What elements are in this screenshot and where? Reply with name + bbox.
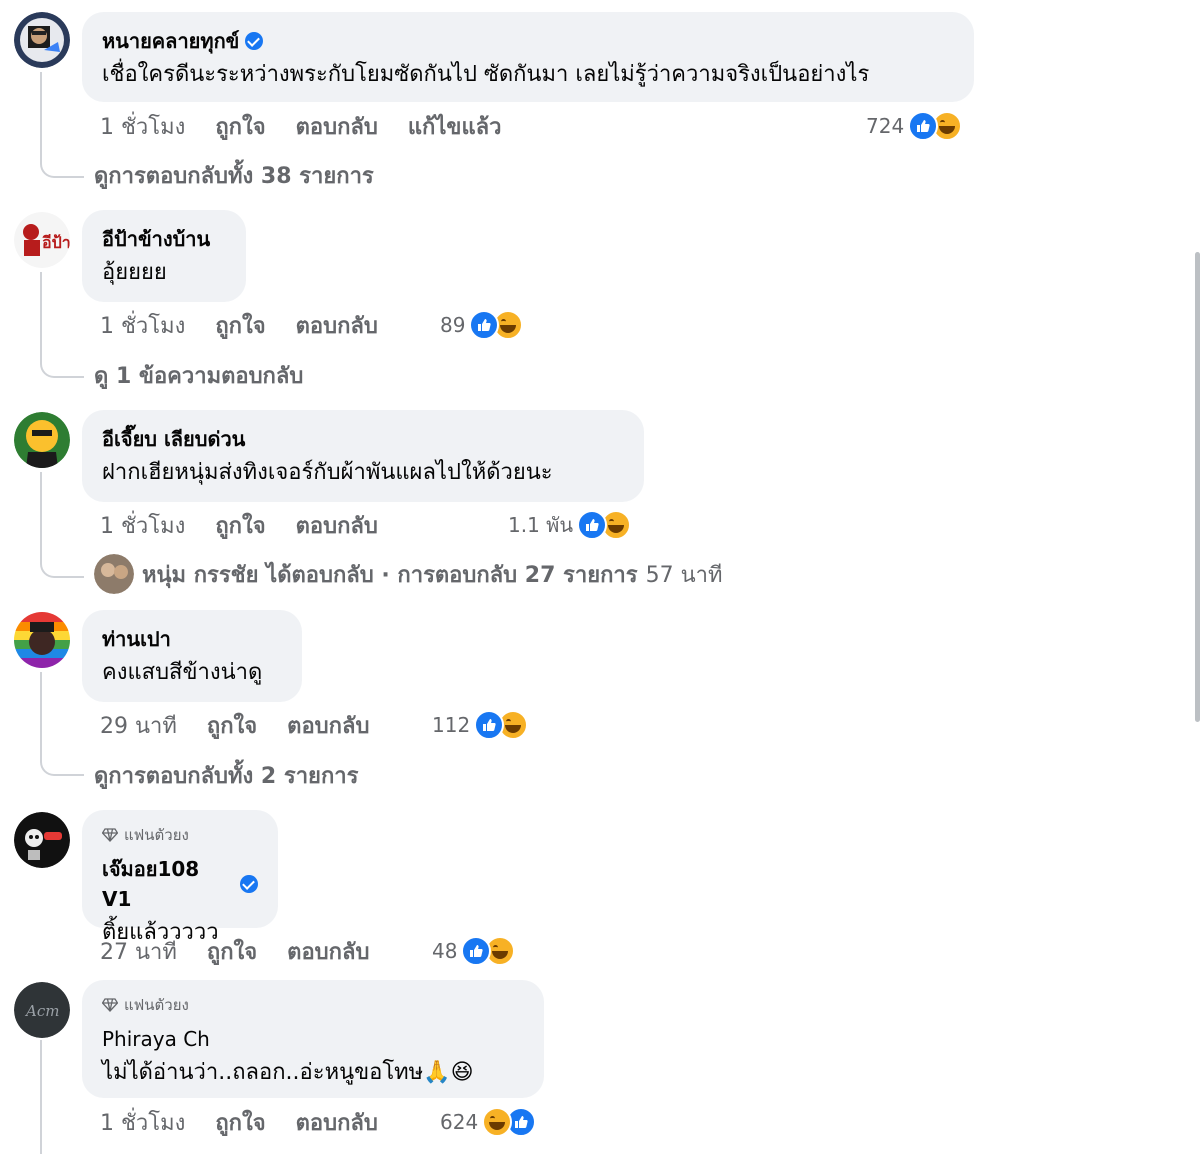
haha-reaction-icon — [482, 1107, 513, 1137]
view-replies-link[interactable]: ดู 1 ข้อความตอบกลับ — [94, 358, 303, 393]
reaction-count: 112 — [432, 713, 471, 737]
thread-line — [40, 1040, 84, 1154]
replies-time: 57 นาที — [645, 562, 723, 588]
reaction-count: 48 — [432, 939, 458, 963]
thread-line — [40, 272, 84, 378]
thread-line — [40, 72, 84, 178]
reply-button[interactable]: ตอบกลับ — [296, 1105, 378, 1140]
comment-text: ไม่ได้อ่านว่า..ถลอก..อ่ะหนูขอโทษ🙏😆 — [102, 1060, 474, 1085]
view-replies-link[interactable]: ดูการตอบกลับทั้ง 2 รายการ — [94, 758, 358, 793]
comment-bubble: แฟนตัวยง เจ๊มอย108 V1 ติ้ยแล้ววววว — [82, 810, 278, 945]
reaction-summary[interactable]: 624 — [440, 1106, 537, 1138]
fan-badge: แฟนตัวยง — [102, 824, 258, 846]
timestamp[interactable]: 27 นาที — [100, 934, 177, 969]
comment-bubble: หนายคลายทุกข์ เชื่อใครดีนะระหว่างพระกับโ… — [82, 12, 974, 102]
like-reaction-icon — [474, 710, 505, 740]
avatar[interactable]: อีป้า — [14, 212, 70, 268]
timestamp[interactable]: 1 ชั่วโมง — [100, 508, 185, 543]
reply-button[interactable]: ตอบกลับ — [287, 708, 369, 743]
comment-bubble: ท่านเปา คงแสบสีข้างน่าดู — [82, 610, 302, 702]
replies-summary: หนุ่ม กรรชัย ได้ตอบกลับ · การตอบกลับ 27 … — [142, 562, 638, 588]
comment-actions: 1 ชั่วโมง ถูกใจ ตอบกลับ แก้ไขแล้ว — [100, 110, 531, 142]
like-reaction-icon — [461, 936, 492, 966]
like-button[interactable]: ถูกใจ — [215, 1105, 265, 1140]
edited-label[interactable]: แก้ไขแล้ว — [408, 109, 502, 144]
verified-icon — [245, 32, 264, 50]
thread-line — [40, 672, 84, 776]
comment-text: อุ้ยยยย — [102, 260, 167, 285]
replier-avatar — [94, 554, 134, 594]
reply-button[interactable]: ตอบกลับ — [296, 508, 378, 543]
author-name[interactable]: เจ๊มอย108 V1 — [102, 854, 258, 914]
comment-bubble: อีเจี๊ยบ เลียบด่วน ฝากเฮียหนุ่มส่งทิงเจอ… — [82, 410, 644, 502]
reaction-count: 724 — [866, 114, 905, 138]
comment-text: เชื่อใครดีนะระหว่างพระกับโยมซัดกันไป ซัด… — [102, 62, 870, 87]
scrollbar[interactable] — [1195, 252, 1200, 722]
comment-text: ฝากเฮียหนุ่มส่งทิงเจอร์กับผ้าพันแผลไปให้… — [102, 460, 553, 485]
diamond-icon — [102, 828, 118, 842]
comment-actions: 1 ชั่วโมง ถูกใจ ตอบกลับ — [100, 509, 408, 541]
comment-actions: 29 นาที ถูกใจ ตอบกลับ — [100, 709, 399, 741]
reaction-summary[interactable]: 724 — [866, 110, 963, 142]
author-name[interactable]: Phiraya Ch — [102, 1024, 524, 1054]
like-button[interactable]: ถูกใจ — [215, 508, 265, 543]
reaction-count: 1.1 พัน — [508, 513, 574, 537]
comment-actions: 1 ชั่วโมง ถูกใจ ตอบกลับ — [100, 309, 408, 341]
reply-button[interactable]: ตอบกลับ — [287, 934, 369, 969]
avatar[interactable] — [14, 412, 70, 468]
comment-actions: 27 นาที ถูกใจ ตอบกลับ — [100, 935, 399, 967]
like-reaction-icon — [908, 111, 939, 141]
svg-text:Acm: Acm — [24, 1002, 59, 1020]
avatar[interactable] — [14, 612, 70, 668]
reaction-count: 89 — [440, 313, 466, 337]
reaction-count: 624 — [440, 1110, 479, 1134]
like-button[interactable]: ถูกใจ — [215, 308, 265, 343]
avatar[interactable] — [14, 812, 70, 868]
author-name[interactable]: อีป้าข้างบ้าน — [102, 224, 226, 254]
svg-text:อีป้า: อีป้า — [42, 233, 70, 252]
reply-button[interactable]: ตอบกลับ — [296, 308, 378, 343]
author-name[interactable]: อีเจี๊ยบ เลียบด่วน — [102, 424, 624, 454]
reaction-summary[interactable]: 112 — [432, 709, 529, 741]
comment-actions: 1 ชั่วโมง ถูกใจ ตอบกลับ — [100, 1106, 408, 1138]
view-replies-link[interactable]: ดูการตอบกลับทั้ง 38 รายการ — [94, 158, 374, 193]
reaction-summary[interactable]: 48 — [432, 935, 516, 967]
like-reaction-icon — [577, 510, 608, 540]
like-reaction-icon — [469, 310, 500, 340]
avatar[interactable] — [14, 12, 70, 68]
view-replies-link[interactable]: หนุ่ม กรรชัย ได้ตอบกลับ · การตอบกลับ 27 … — [94, 554, 723, 594]
reaction-summary[interactable]: 1.1 พัน — [508, 509, 632, 541]
timestamp[interactable]: 1 ชั่วโมง — [100, 109, 185, 144]
reply-button[interactable]: ตอบกลับ — [296, 109, 378, 144]
like-button[interactable]: ถูกใจ — [207, 934, 257, 969]
timestamp[interactable]: 1 ชั่วโมง — [100, 308, 185, 343]
like-button[interactable]: ถูกใจ — [215, 109, 265, 144]
like-button[interactable]: ถูกใจ — [207, 708, 257, 743]
comment-text: คงแสบสีข้างน่าดู — [102, 660, 263, 685]
comment-bubble: แฟนตัวยง Phiraya Ch ไม่ได้อ่านว่า..ถลอก.… — [82, 980, 544, 1098]
comment-bubble: อีป้าข้างบ้าน อุ้ยยยย — [82, 210, 246, 302]
timestamp[interactable]: 29 นาที — [100, 708, 177, 743]
author-name[interactable]: ท่านเปา — [102, 624, 282, 654]
verified-icon — [240, 875, 258, 893]
diamond-icon — [102, 998, 118, 1012]
thread-line — [40, 472, 84, 578]
reaction-summary[interactable]: 89 — [440, 309, 524, 341]
author-name[interactable]: หนายคลายทุกข์ — [102, 26, 954, 56]
avatar[interactable]: Acm — [14, 982, 70, 1038]
fan-badge: แฟนตัวยง — [102, 994, 524, 1016]
timestamp[interactable]: 1 ชั่วโมง — [100, 1105, 185, 1140]
